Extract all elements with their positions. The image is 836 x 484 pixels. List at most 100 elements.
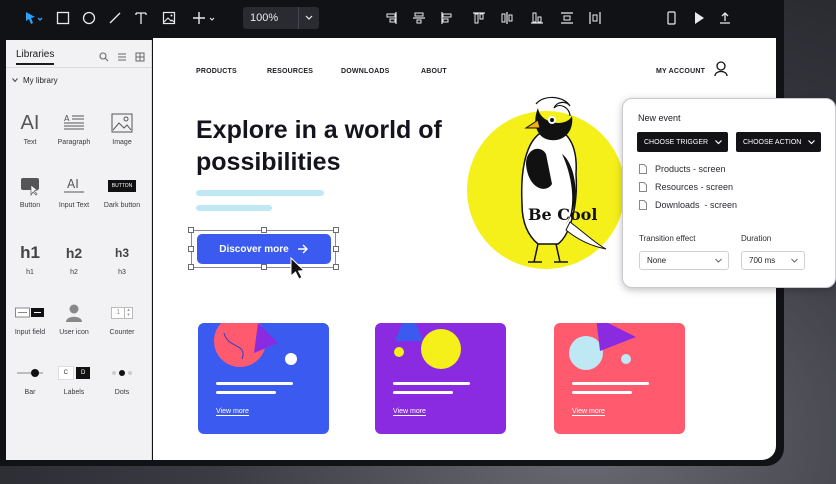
document-icon [639,164,647,174]
library-item-h2[interactable]: h2 h2 [50,240,98,276]
resize-handle[interactable] [188,227,194,233]
decor-line [196,190,324,196]
transition-effect-label: Transition effect [639,234,696,243]
library-item-label: Button [19,202,41,209]
search-icon[interactable] [99,49,109,67]
library-selector[interactable]: My library [6,68,151,85]
library-name: My library [23,76,58,85]
image-tool-icon[interactable] [162,8,176,28]
svg-text:A: A [64,114,70,123]
h1-icon: h1 [6,240,54,266]
counter-sample: 1 [116,309,121,316]
library-item-h3[interactable]: h3 h3 [98,240,146,276]
play-icon[interactable] [692,8,706,28]
user-icon[interactable] [714,61,728,82]
select-tool-icon[interactable] [24,8,44,28]
text-tool-icon[interactable] [134,8,148,28]
resize-handle[interactable] [188,246,194,252]
library-item-text[interactable]: AI Text [6,110,54,147]
library-item-label: Image [112,139,132,146]
feature-card[interactable]: View more [198,323,329,434]
library-item-input-text[interactable]: AI Input Text [50,173,98,209]
align-center-icon[interactable] [412,8,426,28]
paragraph-icon: A [50,110,98,136]
screen-item-resources[interactable]: Resources - screen [639,182,733,192]
libraries-tab[interactable]: Libraries [16,49,55,65]
nav-about[interactable]: ABOUT [421,68,447,75]
library-item-h1[interactable]: h1 h1 [6,240,54,276]
library-item-labels[interactable]: C D Labels [50,360,98,396]
nav-my-account[interactable]: MY ACCOUNT [656,68,705,75]
library-item-label: Input field [14,329,46,336]
library-item-label: Paragraph [57,139,91,146]
list-view-icon[interactable] [117,49,127,67]
panel-title: New event [638,113,681,123]
library-item-label: User icon [59,329,89,336]
align-right-icon[interactable] [440,8,454,28]
h3-icon: h3 [98,240,146,266]
input-text-icon: AI [50,173,98,199]
discover-more-button[interactable]: Discover more [197,234,331,264]
chevron-down-icon[interactable] [298,7,319,29]
align-middle-icon[interactable] [500,8,514,28]
feature-card[interactable]: View more [375,323,506,434]
align-top-icon[interactable] [472,8,486,28]
discover-more-label: Discover more [219,243,289,255]
counter-icon: 1 ▴ ▾ [98,300,146,326]
library-item-button[interactable]: Button [6,173,54,209]
label-sample-c: C [57,366,74,380]
libraries-sidebar: Libraries My library AI Text A Paragraph [6,40,152,460]
duration-value: 700 ms [749,256,776,265]
library-item-paragraph[interactable]: A Paragraph [50,110,98,146]
resize-handle[interactable] [333,264,339,270]
grid-view-icon[interactable] [135,49,145,67]
transition-effect-value: None [647,256,667,265]
library-item-dots[interactable]: Dots [98,360,146,396]
new-event-panel: New event CHOOSE TRIGGER CHOOSE ACTION P… [622,98,836,288]
choose-trigger-dropdown[interactable]: CHOOSE TRIGGER [637,132,728,152]
arrow-right-icon [297,244,308,254]
dots-icon [98,360,146,386]
choose-trigger-label: CHOOSE TRIGGER [644,138,709,146]
view-more-link[interactable]: View more [572,408,605,416]
resize-handle[interactable] [188,264,194,270]
add-tool-icon[interactable] [192,8,218,28]
view-more-link[interactable]: View more [393,408,426,416]
library-item-input-field[interactable]: Input field [6,300,54,336]
library-item-image[interactable]: Image [98,110,146,146]
resize-handle[interactable] [261,227,267,233]
resize-handle[interactable] [261,264,267,270]
library-item-label: Labels [63,389,85,396]
export-icon[interactable] [718,8,732,28]
distribute-horizontal-icon[interactable] [588,8,602,28]
nav-downloads[interactable]: DOWNLOADS [341,68,389,75]
rectangle-tool-icon[interactable] [56,8,70,28]
mobile-preview-icon[interactable] [664,8,678,28]
line-tool-icon[interactable] [108,8,122,28]
distribute-vertical-icon[interactable] [560,8,574,28]
zoom-select[interactable]: 100% [243,7,319,29]
feature-card[interactable]: View more [554,323,685,434]
choose-action-dropdown[interactable]: CHOOSE ACTION [736,132,821,152]
align-left-icon[interactable] [384,8,398,28]
nav-products[interactable]: PRODUCTS [196,68,237,75]
library-item-bar[interactable]: Bar [6,360,54,396]
text-icon: AI [20,111,40,134]
screen-item-downloads[interactable]: Downloads - screen [639,200,737,210]
library-item-counter[interactable]: 1 ▴ ▾ Counter [98,300,146,336]
duration-select[interactable]: 700 ms [741,251,805,270]
library-item-dark-button[interactable]: BUTTON Dark button [98,173,146,210]
library-item-user-icon[interactable]: User icon [50,300,98,336]
resize-handle[interactable] [333,227,339,233]
decor-line [196,205,272,211]
view-more-link[interactable]: View more [216,408,249,416]
screen-item-products[interactable]: Products - screen [639,164,726,174]
library-item-label: Counter [109,329,135,336]
transition-effect-select[interactable]: None [639,251,729,270]
bar-icon [6,360,54,386]
library-item-label: Dots [114,389,130,396]
nav-resources[interactable]: RESOURCES [267,68,313,75]
align-bottom-icon[interactable] [530,8,544,28]
ellipse-tool-icon[interactable] [82,8,96,28]
resize-handle[interactable] [333,246,339,252]
